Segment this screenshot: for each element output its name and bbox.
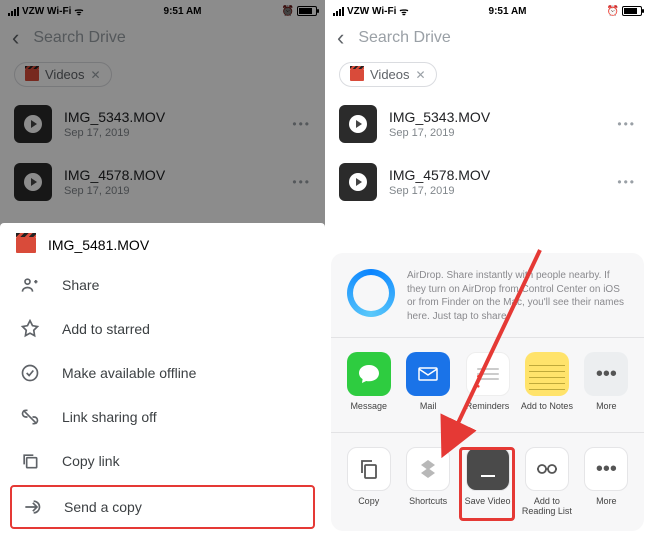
right-screenshot: VZW Wi-Fi ᯤ 9:51 AM ⏰ ‹ Search Drive Vid… (325, 0, 650, 537)
more-icon[interactable]: ••• (617, 117, 636, 131)
app-label: More (596, 402, 617, 422)
airdrop-icon (347, 269, 395, 317)
status-bar: VZW Wi-Fi ᯤ 9:51 AM ⏰ (325, 0, 650, 18)
video-icon (350, 69, 364, 81)
back-icon[interactable]: ‹ (337, 25, 344, 51)
app-label: Reminders (466, 402, 510, 422)
more-icon: ••• (584, 447, 628, 491)
action-label: More (596, 497, 617, 517)
mail-icon (406, 352, 450, 396)
action-label: Copy (358, 497, 379, 517)
menu-label: Link sharing off (62, 409, 157, 425)
chip-label: Videos (370, 67, 410, 82)
offline-icon (20, 363, 40, 383)
app-label: Add to Notes (521, 402, 573, 422)
menu-star[interactable]: Add to starred (0, 307, 325, 351)
drive-header: ‹ Search Drive (325, 18, 650, 58)
file-name: IMG_4578.MOV (389, 167, 490, 183)
airdrop-section[interactable]: AirDrop. Share instantly with people nea… (331, 265, 644, 338)
menu-label: Copy link (62, 453, 120, 469)
clock: 9:51 AM (489, 6, 527, 17)
menu-label: Make available offline (62, 365, 196, 381)
app-reminders[interactable]: Reminders (458, 352, 517, 422)
menu-offline[interactable]: Make available offline (0, 351, 325, 395)
message-icon (347, 352, 391, 396)
more-icon[interactable]: ••• (617, 175, 636, 189)
battery-icon (622, 6, 642, 16)
action-copy[interactable]: Copy (339, 447, 398, 517)
copy-icon (20, 451, 40, 471)
file-row[interactable]: IMG_4578.MOV Sep 17, 2019 ••• (325, 153, 650, 211)
search-input[interactable]: Search Drive (358, 29, 450, 47)
copy-icon (347, 447, 391, 491)
star-icon (20, 319, 40, 339)
airdrop-text: AirDrop. Share instantly with people nea… (407, 269, 628, 323)
share-icon (20, 275, 40, 295)
action-more[interactable]: ••• More (577, 447, 636, 517)
video-thumb (339, 105, 377, 143)
send-icon (22, 497, 42, 517)
shortcuts-icon (406, 447, 450, 491)
app-mail[interactable]: Mail (398, 352, 457, 422)
alarm-icon: ⏰ (607, 6, 619, 17)
link-off-icon (20, 407, 40, 427)
action-shortcuts[interactable]: Shortcuts (398, 447, 457, 517)
reminders-icon (466, 352, 510, 396)
filter-chip-videos[interactable]: Videos ✕ (339, 62, 437, 87)
app-more[interactable]: ••• More (577, 352, 636, 422)
drive-action-sheet: IMG_5481.MOV Share Add to starred Make a… (0, 223, 325, 537)
file-row[interactable]: IMG_5343.MOV Sep 17, 2019 ••• (325, 95, 650, 153)
video-thumb (339, 163, 377, 201)
app-label: Message (350, 402, 387, 422)
carrier-label: VZW Wi-Fi (347, 6, 396, 17)
signal-icon (333, 7, 344, 16)
share-apps-row: Message Mail Reminders Add to Notes ••• … (331, 338, 644, 433)
menu-share[interactable]: Share (0, 263, 325, 307)
action-label: Shortcuts (409, 497, 447, 517)
reading-list-icon (525, 447, 569, 491)
file-date: Sep 17, 2019 (389, 185, 490, 197)
left-screenshot: VZW Wi-Fi ᯤ 9:51 AM ⏰ ‹ Search Drive Vid… (0, 0, 325, 537)
notes-icon (525, 352, 569, 396)
app-label: Mail (420, 402, 437, 422)
app-notes[interactable]: Add to Notes (517, 352, 576, 422)
sheet-filename: IMG_5481.MOV (48, 237, 149, 253)
video-icon (16, 237, 36, 253)
more-icon: ••• (584, 352, 628, 396)
menu-link-sharing[interactable]: Link sharing off (0, 395, 325, 439)
menu-label: Add to starred (62, 321, 150, 337)
action-reading-list[interactable]: Add to Reading List (517, 447, 576, 517)
file-date: Sep 17, 2019 (389, 127, 490, 139)
menu-label: Send a copy (64, 499, 142, 515)
highlight-save-video (459, 447, 515, 521)
action-label: Add to Reading List (517, 497, 576, 517)
menu-label: Share (62, 277, 99, 293)
menu-copy-link[interactable]: Copy link (0, 439, 325, 483)
menu-send-copy[interactable]: Send a copy (12, 487, 313, 527)
chip-remove-icon[interactable]: ✕ (416, 68, 426, 82)
app-message[interactable]: Message (339, 352, 398, 422)
highlight-send-copy: Send a copy (10, 485, 315, 529)
wifi-icon: ᯤ (399, 4, 408, 18)
file-name: IMG_5343.MOV (389, 109, 490, 125)
